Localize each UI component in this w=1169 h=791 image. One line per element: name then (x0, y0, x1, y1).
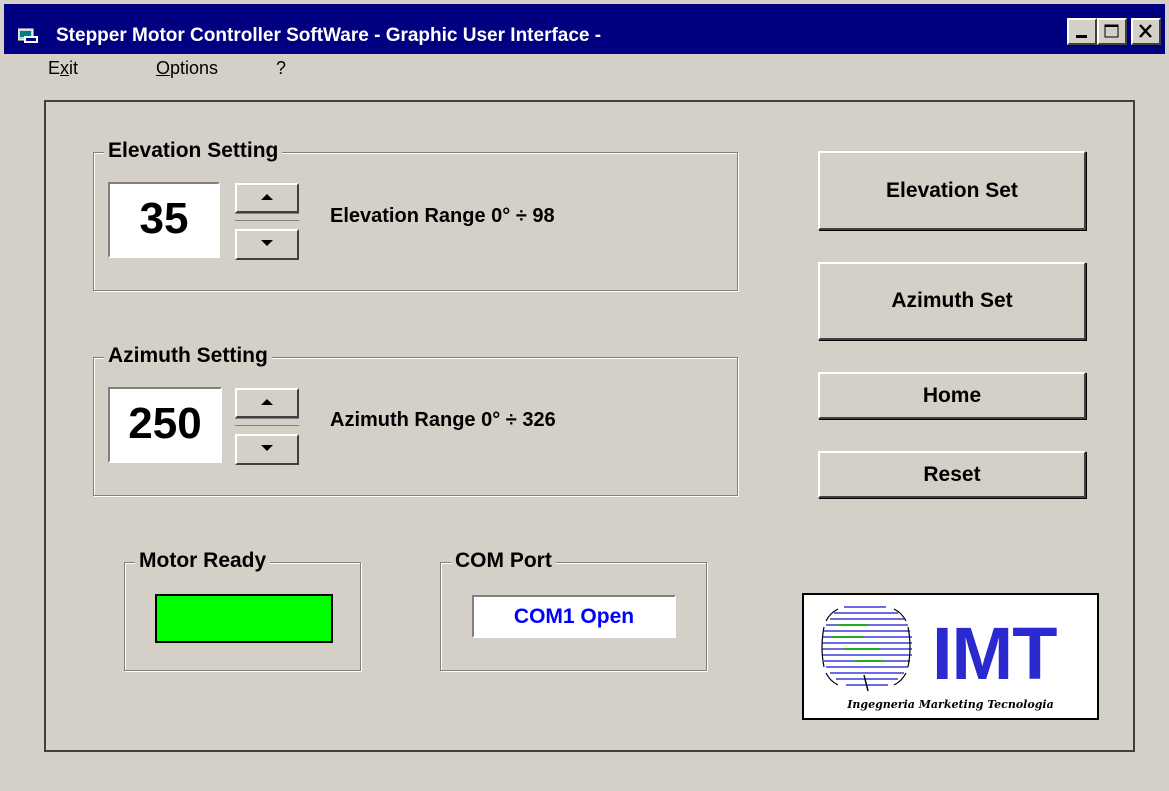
app-icon (18, 28, 38, 43)
arrow-up-icon (261, 194, 273, 200)
window-title: Stepper Motor Controller SoftWare - Grap… (56, 25, 602, 46)
globe-icon (821, 606, 912, 692)
azimuth-range-label: Azimuth Range 0° ÷ 326 (330, 409, 556, 431)
arrow-down-icon (261, 445, 273, 451)
menu-options-accelerator: O (156, 58, 171, 78)
azimuth-up-button[interactable] (235, 388, 299, 418)
maximize-button[interactable] (1097, 18, 1127, 45)
app-window: Stepper Motor Controller SoftWare - Grap… (0, 0, 1169, 791)
motor-ready-indicator (155, 594, 333, 643)
elevation-set-button[interactable]: Elevation Set (818, 151, 1086, 230)
title-bar[interactable]: Stepper Motor Controller SoftWare - Grap… (4, 4, 1165, 54)
com-port-label: COM Port (451, 549, 556, 573)
azimuth-set-button[interactable]: Azimuth Set (818, 262, 1086, 340)
close-button[interactable] (1131, 18, 1161, 45)
azimuth-value-field[interactable]: 250 (108, 387, 222, 463)
minimize-button[interactable] (1067, 18, 1097, 45)
arrow-down-icon (261, 240, 273, 246)
menu-exit-accelerator: x (60, 58, 70, 78)
azimuth-group-label: Azimuth Setting (104, 344, 272, 368)
menu-options-label-part: ptions (170, 58, 219, 78)
spin-divider (235, 213, 299, 221)
spin-divider (235, 418, 299, 426)
azimuth-down-button[interactable] (235, 434, 299, 465)
imt-logo: IMT Ingegneria Marketing Tecnologia (802, 593, 1099, 720)
elevation-range-label: Elevation Range 0° ÷ 98 (330, 205, 555, 227)
close-icon (1139, 24, 1152, 38)
motor-ready-label: Motor Ready (135, 549, 271, 573)
elevation-up-button[interactable] (235, 183, 299, 213)
menu-exit[interactable]: Exit (48, 58, 78, 79)
minimize-icon (1076, 35, 1087, 38)
menu-help[interactable]: ? (276, 58, 286, 79)
menu-options[interactable]: Options (156, 58, 218, 79)
elevation-group-label: Elevation Setting (104, 139, 283, 163)
menu-exit-label-part: E (48, 58, 61, 78)
elevation-value-field[interactable]: 35 (108, 182, 220, 258)
reset-button[interactable]: Reset (818, 451, 1086, 498)
com-port-status: COM1 Open (472, 595, 676, 638)
maximize-icon (1104, 24, 1119, 38)
logo-tagline: Ingegneria Marketing Tecnologia (847, 698, 1054, 711)
arrow-up-icon (261, 399, 273, 405)
logo-wordmark: IMT (932, 612, 1057, 695)
menu-exit-label-part: it (69, 58, 79, 78)
home-button[interactable]: Home (818, 372, 1086, 419)
elevation-down-button[interactable] (235, 229, 299, 260)
menu-bar: Exit Options ? (4, 54, 1165, 88)
